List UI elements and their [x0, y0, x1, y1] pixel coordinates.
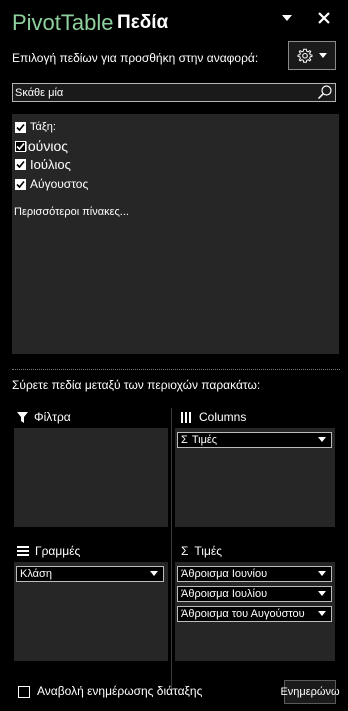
chevron-down-icon	[150, 571, 158, 576]
values-field-sum-july[interactable]: Άθροισμα Ιουλίου	[177, 586, 332, 602]
chevron-down-icon	[318, 437, 326, 442]
checkbox-checked-icon[interactable]	[15, 121, 26, 133]
sigma-icon: Σ	[181, 434, 188, 446]
values-field-sum-june[interactable]: Άθροισμα Ιουνίου	[177, 566, 332, 582]
chevron-down-icon	[318, 571, 326, 576]
drag-hint: Σύρετε πεδία μεταξύ των περιοχών παρακάτ…	[12, 378, 261, 392]
search-input[interactable]	[15, 85, 311, 100]
close-button[interactable]	[313, 7, 335, 29]
chevron-down-icon	[318, 611, 326, 616]
field-item-june[interactable]: Ιούνιος	[15, 138, 68, 154]
pill-label: Τιμές	[191, 434, 218, 446]
more-tables-link[interactable]: Περισσότεροι πίνακες...	[14, 206, 129, 218]
values-area-header: Σ Τιμές	[181, 544, 222, 558]
field-item-august[interactable]: Αύγουστος	[15, 177, 88, 191]
triangle-down-icon	[282, 15, 292, 21]
filters-area-title: Φίλτρα	[34, 410, 71, 424]
defer-update-checkbox[interactable]	[18, 686, 30, 698]
pane-subtitle: Πεδία	[117, 12, 169, 33]
defer-update-label: Αναβολή ενημέρωσης διάταξης	[37, 684, 203, 698]
pill-label: Άθροισμα Ιουνίου	[181, 568, 268, 580]
values-area-title: Τιμές	[194, 544, 223, 558]
choose-fields-label: Επιλογή πεδίων για προσθήκη στην αναφορά…	[12, 51, 259, 65]
gear-icon	[297, 48, 313, 63]
update-button[interactable]: Ενημερώνω	[280, 680, 340, 704]
columns-field-values[interactable]: Σ Τιμές	[177, 432, 332, 448]
checkbox-checked-icon[interactable]	[15, 178, 26, 190]
pane-options-button[interactable]	[276, 7, 298, 29]
rows-field-class[interactable]: Κλάση	[16, 566, 164, 582]
field-label: Τάξη:	[30, 121, 56, 133]
filters-area-header: Φίλτρα	[17, 410, 71, 424]
values-drop-area[interactable]: Άθροισμα Ιουνίου Άθροισμα Ιουλίου Άθροισ…	[175, 562, 335, 661]
filter-icon	[17, 411, 28, 423]
chevron-down-icon	[318, 591, 326, 596]
pill-label: Κλάση	[20, 568, 52, 580]
columns-area-title: Columns	[199, 410, 247, 424]
rows-area-header: Γραμμές	[17, 544, 80, 558]
rows-drop-area[interactable]: Κλάση	[14, 562, 168, 661]
area-separator	[171, 408, 172, 691]
values-field-sum-august[interactable]: Άθροισμα του Αυγούστου	[177, 606, 332, 622]
field-item-july[interactable]: Ιούλιος	[15, 157, 71, 172]
columns-area-header: Columns	[181, 410, 246, 424]
filters-drop-area[interactable]	[14, 428, 168, 527]
field-label: Ιούνιος	[24, 138, 68, 154]
field-label: Ιούλιος	[30, 157, 71, 172]
checkbox-checked-icon[interactable]	[15, 159, 26, 170]
pill-label: Άθροισμα Ιουλίου	[181, 588, 268, 600]
columns-drop-area[interactable]: Σ Τιμές	[175, 428, 335, 527]
field-list-settings-button[interactable]	[288, 41, 336, 70]
field-list: Τάξη: Ιούνιος Ιούλιος Αύγουστος Περισσότ…	[12, 114, 339, 354]
pane-title: PivotTable	[12, 10, 114, 35]
field-item-taxi[interactable]: Τάξη:	[15, 121, 56, 133]
pill-label: Άθροισμα του Αυγούστου	[181, 608, 305, 620]
rows-area-title: Γραμμές	[35, 544, 81, 558]
sigma-icon: Σ	[181, 544, 189, 558]
rows-icon	[17, 546, 29, 556]
columns-icon	[181, 411, 191, 423]
search-icon[interactable]	[317, 84, 333, 100]
field-label: Αύγουστος	[30, 177, 89, 191]
field-search	[12, 83, 336, 102]
divider	[12, 369, 340, 370]
close-icon	[318, 12, 330, 24]
chevron-down-icon	[319, 53, 327, 58]
